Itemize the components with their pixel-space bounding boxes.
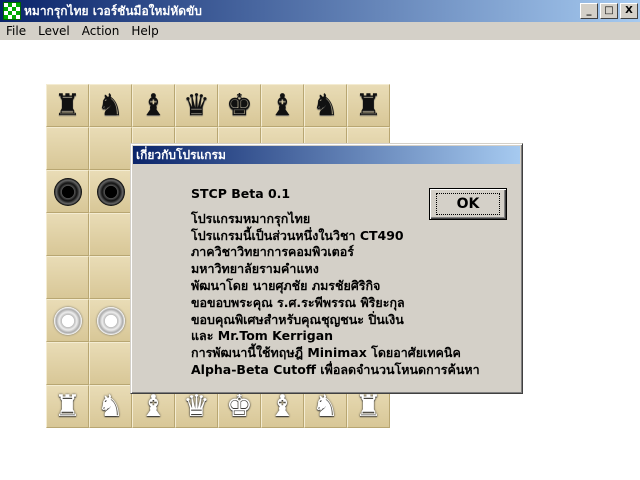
about-line: โปรแกรมนี้เป็นส่วนหนึ่งในวิชา CT490 xyxy=(191,227,404,243)
menu-file[interactable]: File xyxy=(0,24,32,38)
board-square[interactable] xyxy=(89,213,132,256)
board-square[interactable] xyxy=(46,342,89,385)
black-khon-piece[interactable]: ♝ xyxy=(140,90,167,121)
board-square[interactable]: ♝ xyxy=(132,84,175,127)
white-khun-piece[interactable]: ♚ xyxy=(226,391,253,422)
board-square[interactable]: ♞ xyxy=(89,84,132,127)
black-bia-piece[interactable] xyxy=(53,177,82,206)
board-square[interactable] xyxy=(46,170,89,213)
menu-level[interactable]: Level xyxy=(32,24,76,38)
minimize-button[interactable]: _ xyxy=(580,3,598,19)
board-square[interactable] xyxy=(89,299,132,342)
white-bia-piece[interactable] xyxy=(53,306,82,335)
dialog-title: เกี่ยวกับโปรแกรม xyxy=(133,146,520,164)
window-title: หมากรุกไทย เวอร์ชันมือใหม่หัดขับ xyxy=(24,3,202,18)
board-square[interactable]: ♜ xyxy=(46,84,89,127)
black-ruea-piece[interactable]: ♜ xyxy=(355,90,382,121)
black-ma-piece[interactable]: ♞ xyxy=(97,90,124,121)
white-ruea-piece[interactable]: ♜ xyxy=(355,391,382,422)
board-square[interactable] xyxy=(89,127,132,170)
board-square[interactable] xyxy=(89,342,132,385)
about-dialog: เกี่ยวกับโปรแกรม STCP Beta 0.1 โปรแกรมหมา… xyxy=(130,143,523,394)
board-square[interactable] xyxy=(46,256,89,299)
about-line: ขอขอบพระคุณ ร.ศ.ระพีพรรณ พิริยะกุล xyxy=(191,294,405,310)
about-line: ขอบคุณพิเศษสำหรับคุณชุญชนะ ปิ่นเงิน xyxy=(191,311,404,327)
maximize-button[interactable]: □ xyxy=(600,3,618,19)
black-met-piece[interactable]: ♛ xyxy=(183,90,210,121)
board-square[interactable]: ♜ xyxy=(347,84,390,127)
board-square[interactable] xyxy=(89,256,132,299)
board-square[interactable] xyxy=(46,299,89,342)
ok-button[interactable]: OK xyxy=(429,188,507,220)
white-met-piece[interactable]: ♛ xyxy=(183,391,210,422)
board-square[interactable]: ♞ xyxy=(89,385,132,428)
black-ruea-piece[interactable]: ♜ xyxy=(54,90,81,121)
white-ma-piece[interactable]: ♞ xyxy=(97,391,124,422)
board-square[interactable]: ♛ xyxy=(175,84,218,127)
close-button[interactable]: X xyxy=(620,3,638,19)
white-ma-piece[interactable]: ♞ xyxy=(312,391,339,422)
board-square[interactable]: ♞ xyxy=(304,84,347,127)
about-line: ภาควิชาวิทยาการคอมพิวเตอร์ xyxy=(191,244,355,260)
board-square[interactable]: ♜ xyxy=(46,385,89,428)
about-line: พัฒนาโดย นายศุภชัย ภมรชัยศิริกิจ xyxy=(191,277,381,293)
board-square[interactable]: ♚ xyxy=(218,84,261,127)
board-square[interactable]: ♝ xyxy=(261,84,304,127)
menu-help[interactable]: Help xyxy=(125,24,164,38)
about-line: การพัฒนานี้ใช้ทฤษฎี Minimax โดยอาศัยเทคน… xyxy=(191,345,461,361)
title-bar: หมากรุกไทย เวอร์ชันมือใหม่หัดขับ _ □ X xyxy=(0,0,640,22)
white-bia-piece[interactable] xyxy=(96,306,125,335)
black-bia-piece[interactable] xyxy=(96,177,125,206)
white-khon-piece[interactable]: ♝ xyxy=(269,391,296,422)
about-line: และ Mr.Tom Kerrigan xyxy=(191,328,334,344)
white-khon-piece[interactable]: ♝ xyxy=(140,391,167,422)
about-line: มหาวิทยาลัยรามคำแหง xyxy=(191,261,319,277)
about-line: Alpha-Beta Cutoff เพื่อลดจำนวนโหนดการค้น… xyxy=(191,361,480,377)
board-square[interactable] xyxy=(46,127,89,170)
black-ma-piece[interactable]: ♞ xyxy=(312,90,339,121)
menu-bar: File Level Action Help xyxy=(0,22,640,40)
app-icon xyxy=(3,2,21,20)
black-khon-piece[interactable]: ♝ xyxy=(269,90,296,121)
board-square[interactable] xyxy=(89,170,132,213)
board-square[interactable] xyxy=(46,213,89,256)
menu-action[interactable]: Action xyxy=(76,24,126,38)
ok-label: OK xyxy=(435,193,501,215)
white-ruea-piece[interactable]: ♜ xyxy=(54,391,81,422)
black-khun-piece[interactable]: ♚ xyxy=(226,90,253,121)
